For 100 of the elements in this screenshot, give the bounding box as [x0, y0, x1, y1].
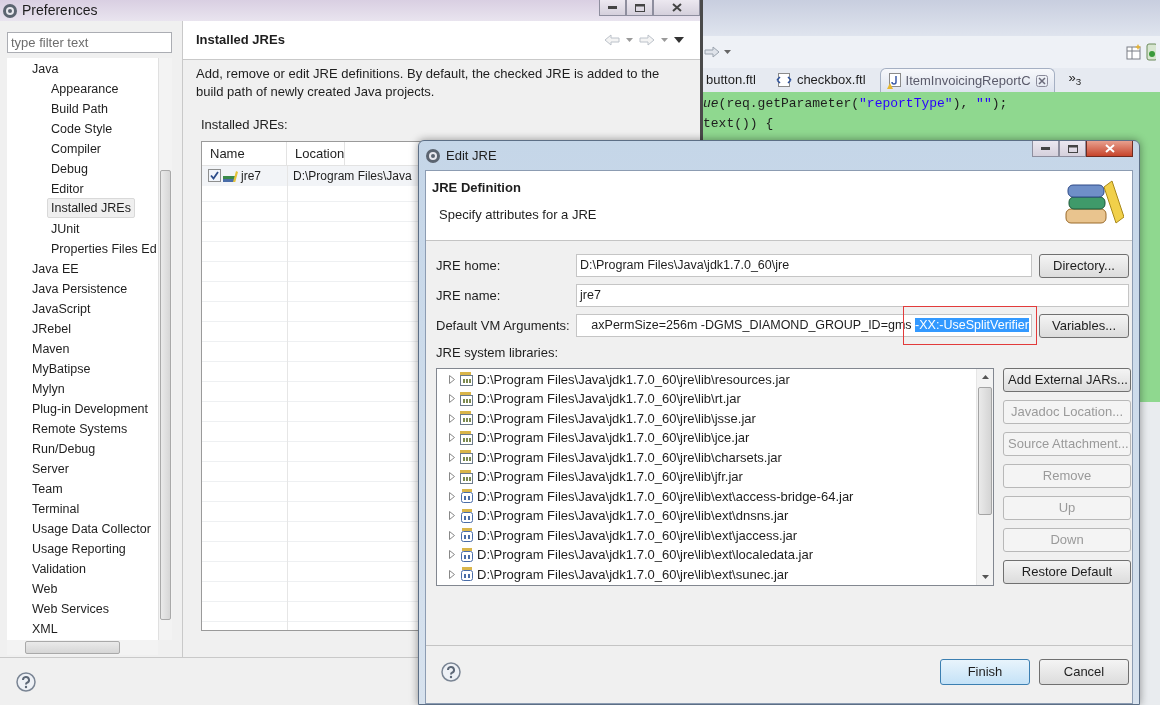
close-button[interactable]	[653, 0, 700, 16]
editor-tab[interactable]: button.ftl	[700, 68, 762, 92]
tree-item[interactable]: Web	[28, 578, 62, 598]
expand-arrow-icon[interactable]	[447, 569, 456, 579]
close-icon	[1104, 144, 1115, 153]
caret-icon[interactable]	[626, 38, 633, 42]
caret-icon[interactable]	[724, 50, 731, 54]
jar-icon	[459, 449, 474, 466]
library-path[interactable]: D:\Program Files\Java\jdk1.7.0_60\jre\lib\ext\localedata.jar	[477, 545, 813, 565]
tree-item[interactable]: Editor	[47, 178, 88, 198]
text-field[interactable]: jre7	[576, 284, 1129, 307]
column-header[interactable]: Name	[202, 141, 287, 166]
close-icon[interactable]	[1035, 74, 1048, 87]
library-path[interactable]: D:\Program Files\Java\jdk1.7.0_60\jre\lib\jce.jar	[477, 428, 750, 448]
jre-name: jre7	[241, 167, 261, 185]
scroll-up-icon[interactable]	[981, 374, 989, 379]
side-button[interactable]: Add External JARs...	[1003, 367, 1131, 392]
tree-item[interactable]: Plug-in Development	[28, 398, 153, 418]
minimize-button[interactable]	[1032, 141, 1059, 157]
tree-item[interactable]: Java	[28, 58, 63, 78]
tree-item[interactable]: Appearance	[47, 78, 123, 98]
code-line: ue(req.getParameter("reportType"), "");	[703, 95, 1008, 113]
library-path[interactable]: D:\Program Files\Java\jdk1.7.0_60\jre\lib\ext\dnsns.jar	[477, 506, 789, 526]
help-icon[interactable]	[16, 671, 36, 692]
minimize-button[interactable]	[599, 0, 626, 16]
jar-icon	[459, 429, 474, 446]
help-icon[interactable]	[441, 661, 461, 682]
description-text: Add, remove or edit JRE definitions. By default, the checked JRE is added to the build path of newly created Java projects.	[196, 65, 661, 101]
side-button[interactable]: Restore Default	[1003, 559, 1131, 584]
library-path[interactable]: D:\Program Files\Java\jdk1.7.0_60\jre\lib\resources.jar	[477, 369, 790, 389]
tree-item[interactable]: Team	[28, 478, 67, 498]
editor-tab[interactable]: checkbox.ftl	[769, 68, 872, 92]
close-icon	[671, 3, 682, 12]
tree-item[interactable]: JRebel	[28, 318, 75, 338]
tree-item[interactable]: Compiler	[47, 138, 105, 158]
window-title: Preferences	[22, 1, 98, 20]
tree-item[interactable]: Properties Files Ed	[47, 238, 158, 258]
field-label: Default VM Arguments:	[436, 316, 569, 335]
tree-item[interactable]: XML	[28, 618, 62, 638]
tree-item[interactable]: Java EE	[28, 258, 83, 278]
expand-arrow-icon[interactable]	[447, 394, 456, 404]
expand-arrow-icon[interactable]	[447, 374, 456, 384]
tree-item[interactable]: JUnit	[47, 218, 84, 238]
tree-item[interactable]: Server	[28, 458, 73, 478]
tree-item[interactable]: Usage Data Collector	[28, 518, 155, 538]
checkbox[interactable]	[208, 169, 221, 182]
tree-item[interactable]: Web Services	[28, 598, 113, 618]
maximize-icon	[1067, 144, 1078, 153]
tree-item[interactable]: Validation	[28, 558, 90, 578]
expand-arrow-icon[interactable]	[447, 550, 456, 560]
tree-item[interactable]: Java Persistence	[28, 278, 132, 298]
browse-button[interactable]: Directory...	[1039, 253, 1129, 278]
tree-item[interactable]: Terminal	[28, 498, 84, 518]
filter-field[interactable]: type filter text	[7, 32, 172, 53]
library-path[interactable]: D:\Program Files\Java\jdk1.7.0_60\jre\lib\rt.jar	[477, 389, 741, 409]
library-path[interactable]: D:\Program Files\Java\jdk1.7.0_60\jre\lib\ext\jaccess.jar	[477, 525, 798, 545]
scroll-down-icon[interactable]	[981, 574, 989, 579]
expand-arrow-icon[interactable]	[447, 472, 456, 482]
jre-location: D:\Program Files\Java	[292, 167, 412, 185]
tree-item[interactable]: Build Path	[47, 98, 112, 118]
minimize-icon	[608, 5, 617, 10]
column-header[interactable]: Location	[287, 141, 346, 166]
tree-item[interactable]: Installed JREs	[47, 198, 135, 218]
close-button[interactable]	[1086, 141, 1133, 157]
library-path[interactable]: D:\Program Files\Java\jdk1.7.0_60\jre\lib\jsse.jar	[477, 408, 756, 428]
dialog-button[interactable]: Finish	[940, 658, 1030, 685]
minimize-icon	[1041, 146, 1050, 151]
expand-arrow-icon[interactable]	[447, 511, 456, 521]
dialog-heading: JRE Definition	[432, 179, 522, 197]
tree-item[interactable]: Usage Reporting	[28, 538, 130, 558]
text-field[interactable]: D:\Program Files\Java\jdk1.7.0_60\jre	[576, 254, 1032, 277]
scroll-thumb[interactable]	[25, 641, 120, 654]
scroll-thumb[interactable]	[978, 386, 992, 515]
maximize-button[interactable]	[1059, 141, 1086, 157]
tree-item[interactable]: Maven	[28, 338, 74, 358]
library-path[interactable]: D:\Program Files\Java\jdk1.7.0_60\jre\lib\ext\access-bridge-64.jar	[477, 486, 854, 506]
more-tabs-button[interactable]: »$_{3}$	[1062, 68, 1082, 92]
library-path[interactable]: D:\Program Files\Java\jdk1.7.0_60\jre\lib\jfr.jar	[477, 467, 743, 487]
expand-arrow-icon[interactable]	[447, 491, 456, 501]
dialog-button[interactable]: Cancel	[1039, 658, 1129, 685]
tree-item[interactable]: Remote Systems	[28, 418, 132, 438]
gear-icon	[2, 2, 18, 19]
tree-item[interactable]: JavaScript	[28, 298, 95, 318]
browse-button[interactable]: Variables...	[1039, 313, 1129, 338]
editor-tab[interactable]: ItemInvoicingReportC	[879, 68, 1055, 92]
expand-arrow-icon[interactable]	[447, 433, 456, 443]
library-path[interactable]: D:\Program Files\Java\jdk1.7.0_60\jre\lib\ext\sunec.jar	[477, 564, 789, 584]
vertical-scrollbar[interactable]	[976, 368, 993, 585]
library-path[interactable]: D:\Program Files\Java\jdk1.7.0_60\jre\lib\charsets.jar	[477, 447, 782, 467]
tree-item[interactable]: Debug	[47, 158, 92, 178]
expand-arrow-icon[interactable]	[447, 413, 456, 423]
maximize-button[interactable]	[626, 0, 653, 16]
tree-item[interactable]: Code Style	[47, 118, 117, 138]
tree-item[interactable]: Run/Debug	[28, 438, 100, 458]
tree-item[interactable]: Mylyn	[28, 378, 69, 398]
scroll-thumb[interactable]	[160, 170, 171, 620]
expand-arrow-icon[interactable]	[447, 452, 456, 462]
caret-icon[interactable]	[661, 38, 668, 42]
tree-item[interactable]: MyBatipse	[28, 358, 95, 378]
expand-arrow-icon[interactable]	[447, 530, 456, 540]
